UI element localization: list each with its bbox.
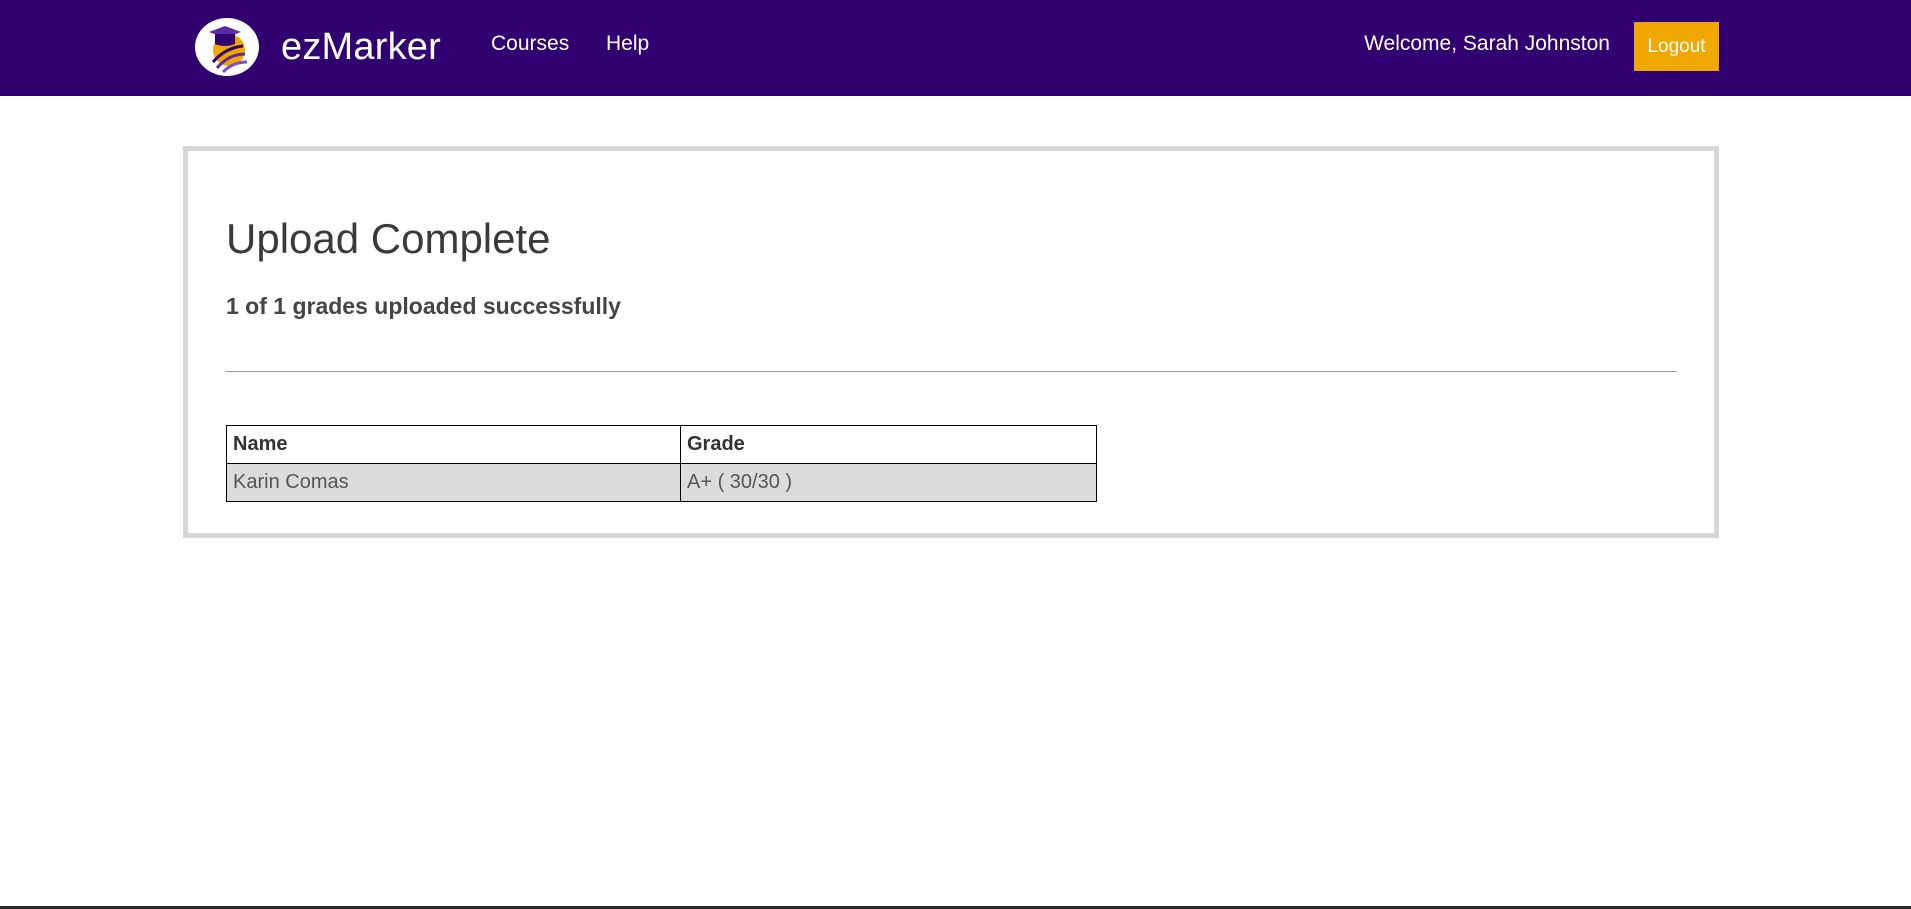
top-navbar: ezMarker Courses Help Welcome, Sarah Joh… bbox=[0, 0, 1911, 96]
divider bbox=[226, 371, 1677, 372]
table-header-row: Name Grade bbox=[226, 425, 1097, 464]
graduate-logo-icon bbox=[195, 18, 259, 76]
grade-cell: A+ ( 30/30 ) bbox=[680, 463, 1097, 502]
logout-button[interactable]: Logout bbox=[1634, 22, 1719, 71]
welcome-message: Welcome, Sarah Johnston bbox=[1364, 32, 1610, 55]
nav-help-link[interactable]: Help bbox=[606, 32, 649, 56]
column-header-name: Name bbox=[226, 425, 681, 464]
student-name-cell: Karin Comas bbox=[226, 463, 681, 502]
page-title: Upload Complete bbox=[226, 215, 551, 262]
brand-name: ezMarker bbox=[281, 25, 441, 68]
nav-courses-link[interactable]: Courses bbox=[491, 32, 569, 56]
column-header-grade: Grade bbox=[680, 425, 1097, 464]
upload-summary: 1 of 1 grades uploaded successfully bbox=[226, 293, 621, 319]
brand[interactable]: ezMarker bbox=[195, 17, 441, 77]
upload-result-card: Upload Complete 1 of 1 grades uploaded s… bbox=[183, 146, 1719, 538]
grades-table: Name Grade Karin Comas A+ ( 30/30 ) bbox=[226, 425, 1097, 502]
table-row: Karin Comas A+ ( 30/30 ) bbox=[226, 463, 1097, 502]
